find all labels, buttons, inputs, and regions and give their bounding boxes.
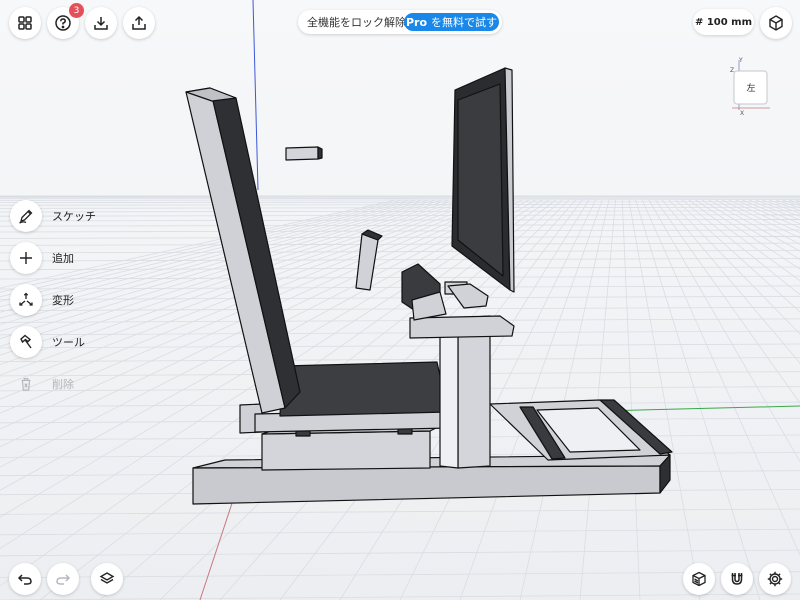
settings-button[interactable] [759, 563, 791, 595]
trash-icon [21, 378, 31, 391]
wheel-arm-lower [409, 315, 515, 339]
grid-size-label: # 100 mm [694, 16, 753, 28]
help-icon [55, 15, 71, 31]
steering-post-side [439, 317, 459, 469]
unlock-promo-banner[interactable]: 全機能をロック解除 Pro を無料で試す [298, 10, 502, 34]
add-button[interactable] [10, 242, 42, 274]
tool-label: 削除 [52, 378, 74, 391]
transform-arrows-icon [19, 292, 33, 306]
redo-button[interactable] [47, 563, 79, 595]
transform-button[interactable] [10, 284, 42, 316]
settings-gear-icon [767, 571, 783, 587]
layers-icon [99, 572, 115, 584]
tool-sketch[interactable]: スケッチ [10, 200, 96, 232]
import-button[interactable] [85, 7, 117, 39]
seat-support-block [261, 430, 431, 471]
material-icon [692, 571, 706, 587]
axis-label-z: Z [730, 67, 734, 74]
grid-menu-icon [18, 16, 32, 30]
redo-icon [56, 574, 71, 585]
pro-brand-label: Pro [405, 15, 428, 29]
tool-label: 追加 [52, 252, 74, 265]
axis-label-y: Y [738, 57, 743, 64]
try-free-label: を無料で試す [431, 16, 498, 29]
grid-menu-button[interactable] [9, 7, 41, 39]
seat-cushion-top [279, 361, 449, 417]
axis-label-x: X [740, 110, 744, 116]
sketch-pen-icon [19, 209, 33, 224]
view-cube-face-label: 左 [746, 84, 756, 94]
floating-block-top [285, 146, 319, 161]
layers-button[interactable] [91, 563, 123, 595]
snap-magnet-icon [731, 573, 743, 585]
tool-delete: 削除 [10, 368, 74, 400]
notification-badge: 3 [69, 3, 84, 18]
undo-button[interactable] [9, 563, 41, 595]
snap-button[interactable] [721, 563, 753, 595]
tool-label: 変形 [52, 294, 74, 307]
tool-transform[interactable]: 変形 [10, 284, 74, 316]
grid-size-button[interactable]: # 100 mm [693, 9, 754, 35]
view-mode-button[interactable] [760, 7, 792, 39]
steering-post-front [457, 315, 491, 469]
undo-icon [17, 574, 32, 585]
viewport-canvas[interactable] [0, 0, 800, 600]
plus-icon [20, 252, 32, 264]
export-button[interactable] [123, 7, 155, 39]
download-icon [94, 17, 108, 30]
share-icon [132, 15, 146, 30]
material-button[interactable] [683, 563, 715, 595]
help-button[interactable]: 3 [47, 3, 84, 39]
try-pro-button[interactable]: Pro を無料で試す [404, 13, 499, 31]
tool-add[interactable]: 追加 [10, 242, 74, 274]
hammer-icon [20, 334, 32, 349]
tool-label: スケッチ [52, 210, 96, 223]
tools-button[interactable] [10, 326, 42, 358]
perspective-cube-icon [769, 15, 783, 31]
tool-label: ツール [52, 336, 85, 349]
delete-button [10, 368, 42, 400]
tool-tools[interactable]: ツール [10, 326, 85, 358]
sketch-button[interactable] [10, 200, 42, 232]
floating-block-top-end [317, 146, 323, 160]
promo-text: 全機能をロック解除 [307, 16, 406, 29]
